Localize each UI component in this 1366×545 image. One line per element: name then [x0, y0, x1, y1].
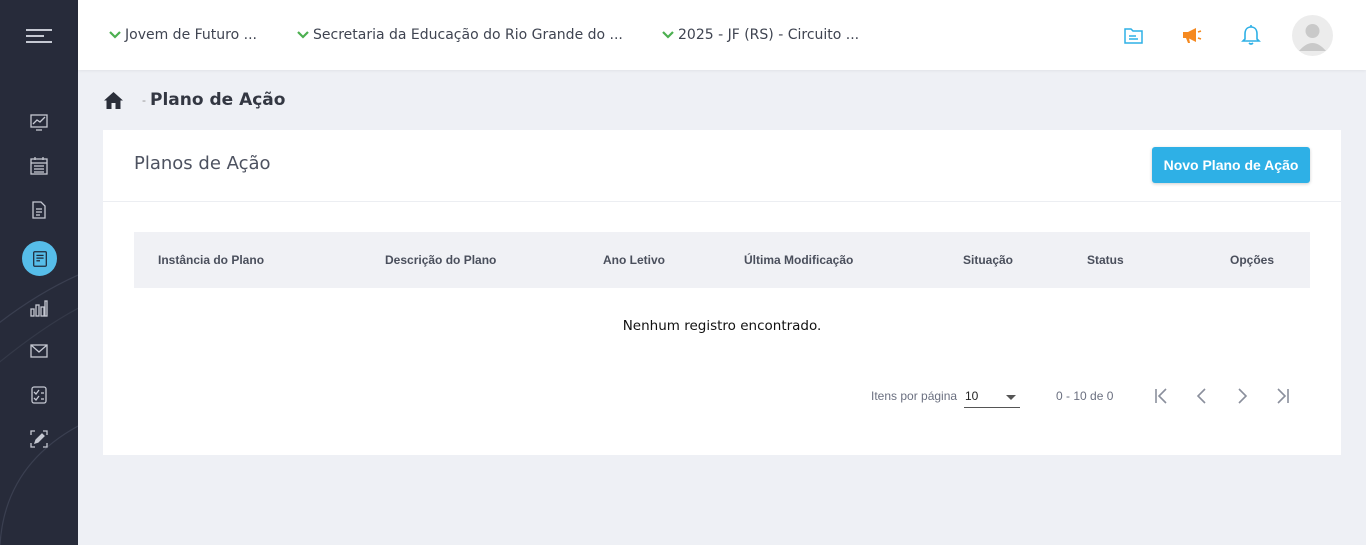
- secretariat-selector-label: Secretaria da Educação do Rio Grande do …: [313, 27, 623, 43]
- edit-icon: [30, 430, 48, 448]
- menu-toggle-button[interactable]: [26, 27, 52, 45]
- sidebar-item-checklist[interactable]: [27, 383, 51, 407]
- chevron-down-icon: [297, 31, 309, 39]
- last-page-button[interactable]: [1270, 384, 1294, 408]
- action-plans-card: Planos de Ação Novo Plano de Ação Instân…: [103, 130, 1341, 455]
- sidebar-item-messages[interactable]: [27, 339, 51, 363]
- program-selector-label: Jovem de Futuro ...: [125, 27, 257, 43]
- program-selector[interactable]: Jovem de Futuro ...: [108, 26, 257, 44]
- chevron-right-icon: [1238, 388, 1248, 404]
- mail-icon: [30, 344, 48, 358]
- home-icon[interactable]: [103, 91, 124, 110]
- empty-table-message: Nenhum registro encontrado.: [622, 318, 822, 334]
- column-header-options: Opções: [1230, 253, 1275, 267]
- column-header-status[interactable]: Status: [1087, 253, 1124, 267]
- column-header-instance[interactable]: Instância do Plano: [158, 253, 264, 267]
- chart-line-icon: [30, 114, 48, 131]
- sidebar-item-edit[interactable]: [27, 427, 51, 451]
- user-icon: [1299, 24, 1326, 51]
- bell-icon: [1241, 25, 1261, 45]
- items-per-page-value: 10: [965, 389, 979, 403]
- sidebar-item-dashboard[interactable]: [27, 110, 51, 134]
- breadcrumb-separator: -: [142, 93, 146, 107]
- document-icon: [32, 201, 46, 219]
- chevron-left-icon: [1196, 388, 1206, 404]
- bar-chart-icon: [30, 300, 48, 317]
- column-header-last-modified[interactable]: Última Modificação: [744, 253, 853, 267]
- announcements-button[interactable]: [1180, 23, 1204, 47]
- user-avatar[interactable]: [1292, 15, 1333, 56]
- card-header: Planos de Ação Novo Plano de Ação: [103, 130, 1341, 202]
- checklist-icon: [31, 386, 47, 404]
- secretariat-selector[interactable]: Secretaria da Educação do Rio Grande do …: [296, 26, 623, 44]
- chevron-down-icon: [109, 31, 121, 39]
- card-title: Planos de Ação: [134, 153, 271, 174]
- last-page-icon: [1277, 388, 1289, 404]
- sidebar-item-action-plan[interactable]: [22, 241, 57, 276]
- table-header: Instância do Plano Descrição do Plano An…: [134, 232, 1310, 288]
- breadcrumb: - Plano de Ação: [103, 88, 285, 112]
- folder-icon: [1123, 27, 1143, 44]
- circuit-selector-label: 2025 - JF (RS) - Circuito ...: [678, 27, 860, 43]
- column-header-description[interactable]: Descrição do Plano: [385, 253, 496, 267]
- topbar: Jovem de Futuro ... Secretaria da Educaç…: [78, 0, 1366, 70]
- previous-page-button[interactable]: [1190, 384, 1214, 408]
- items-per-page-label: Itens por página: [871, 389, 958, 403]
- chevron-down-icon: [662, 31, 674, 39]
- pagination-range: 0 - 10 de 0: [1056, 389, 1114, 403]
- column-header-situation[interactable]: Situação: [963, 253, 1013, 267]
- sidebar-item-documents[interactable]: [27, 198, 51, 222]
- folder-button[interactable]: [1121, 23, 1145, 47]
- sidebar: [0, 0, 78, 545]
- next-page-button[interactable]: [1230, 384, 1254, 408]
- circuit-selector[interactable]: 2025 - JF (RS) - Circuito ...: [661, 26, 859, 44]
- page-title: Plano de Ação: [150, 90, 286, 110]
- new-action-plan-button[interactable]: Novo Plano de Ação: [1152, 147, 1310, 183]
- calendar-icon: [30, 157, 48, 175]
- sidebar-item-reports[interactable]: [27, 296, 51, 320]
- items-per-page-select[interactable]: 10: [964, 385, 1020, 408]
- notifications-button[interactable]: [1239, 23, 1263, 47]
- first-page-button[interactable]: [1150, 384, 1174, 408]
- action-plan-icon: [32, 250, 47, 267]
- sidebar-item-calendar[interactable]: [27, 154, 51, 178]
- dropdown-caret-icon: [1006, 395, 1016, 400]
- megaphone-icon: [1183, 28, 1202, 43]
- column-header-school-year[interactable]: Ano Letivo: [603, 253, 665, 267]
- first-page-icon: [1155, 388, 1167, 404]
